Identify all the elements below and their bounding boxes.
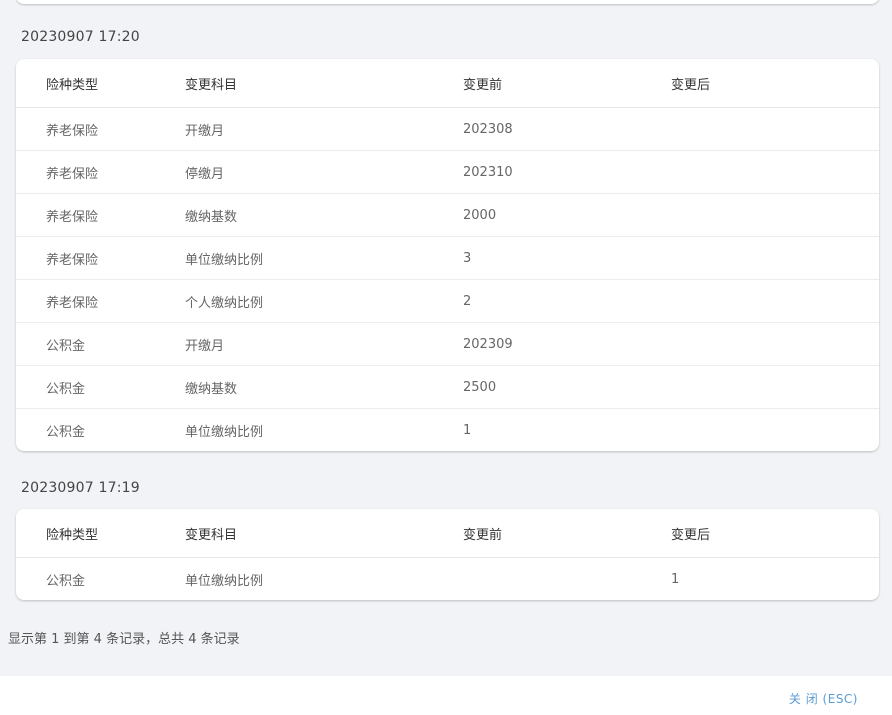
previous-card-edge	[16, 0, 879, 4]
group-timestamp: 20230907 17:20	[21, 29, 140, 45]
change-table: 险种类型 变更科目 变更前 变更后 养老保险 开缴月 202308 养老保险 停…	[16, 59, 879, 451]
table-row: 养老保险 单位缴纳比例 3	[16, 236, 879, 280]
cell-after	[671, 107, 879, 151]
column-header-insurance-type: 险种类型	[16, 509, 185, 558]
cell-after: 1	[671, 571, 680, 587]
cell-change-item: 开缴月	[185, 107, 463, 151]
cell-after	[671, 193, 879, 237]
table-row: 养老保险 个人缴纳比例 2	[16, 279, 879, 323]
cell-insurance-type: 养老保险	[16, 279, 185, 323]
cell-change-item: 个人缴纳比例	[185, 279, 463, 323]
table-row: 养老保险 开缴月 202308	[16, 107, 879, 151]
cell-before: 2	[463, 279, 671, 323]
column-header-before: 变更前	[463, 509, 671, 558]
cell-before: 1	[463, 422, 472, 438]
cell-before: 2000	[463, 193, 671, 237]
cell-insurance-type: 公积金	[46, 424, 86, 440]
cell-change-item: 单位缴纳比例	[185, 573, 264, 589]
table-row: 公积金 单位缴纳比例 1	[16, 409, 879, 452]
table-row: 公积金 缴纳基数 2500	[16, 365, 879, 409]
close-button[interactable]: 关 闭 (ESC)	[789, 690, 858, 707]
cell-after	[671, 365, 879, 409]
cell-change-item: 停缴月	[185, 150, 463, 194]
cell-insurance-type: 养老保险	[16, 107, 185, 151]
change-table: 险种类型 变更科目 变更前 变更后 公积金 单位缴纳比例 1	[16, 509, 879, 600]
pagination-info: 显示第 1 到第 4 条记录，总共 4 条记录	[8, 632, 240, 647]
cell-change-item: 单位缴纳比例	[185, 424, 264, 440]
cell-change-item: 缴纳基数	[185, 365, 463, 409]
column-header-change-item: 变更科目	[185, 509, 463, 558]
cell-change-item: 单位缴纳比例	[185, 236, 463, 280]
change-history-page: 20230907 17:20 险种类型 变更科目 变更前 变更后 养老保险 开缴…	[0, 0, 892, 715]
dialog-footer: 关 闭 (ESC)	[0, 676, 892, 715]
cell-before: 202308	[463, 107, 671, 151]
change-record-card: 险种类型 变更科目 变更前 变更后 养老保险 开缴月 202308 养老保险 停…	[16, 59, 879, 451]
cell-before: 2500	[463, 365, 671, 409]
column-header-insurance-type: 险种类型	[16, 59, 185, 108]
table-row: 公积金 单位缴纳比例 1	[16, 558, 879, 601]
column-header-before: 变更前	[463, 59, 671, 108]
table-row: 公积金 开缴月 202309	[16, 322, 879, 366]
cell-before: 202310	[463, 150, 671, 194]
cell-after	[671, 322, 879, 366]
cell-insurance-type: 公积金	[46, 573, 86, 589]
cell-insurance-type: 养老保险	[16, 236, 185, 280]
cell-insurance-type: 公积金	[16, 322, 185, 366]
cell-before	[463, 558, 671, 601]
column-header-after: 变更后	[671, 59, 879, 108]
cell-insurance-type: 公积金	[16, 365, 185, 409]
cell-insurance-type: 养老保险	[16, 150, 185, 194]
column-header-change-item: 变更科目	[185, 59, 463, 108]
cell-after	[671, 150, 879, 194]
table-row: 养老保险 停缴月 202310	[16, 150, 879, 194]
cell-before: 3	[463, 236, 671, 280]
change-record-card: 险种类型 变更科目 变更前 变更后 公积金 单位缴纳比例 1	[16, 509, 879, 600]
cell-change-item: 缴纳基数	[185, 193, 463, 237]
column-header-after: 变更后	[671, 509, 879, 558]
cell-after	[671, 409, 879, 452]
cell-insurance-type: 养老保险	[16, 193, 185, 237]
cell-after	[671, 236, 879, 280]
table-row: 养老保险 缴纳基数 2000	[16, 193, 879, 237]
cell-after	[671, 279, 879, 323]
cell-change-item: 开缴月	[185, 322, 463, 366]
cell-before: 202309	[463, 322, 671, 366]
group-timestamp: 20230907 17:19	[21, 480, 140, 496]
table-header-row: 险种类型 变更科目 变更前 变更后	[16, 509, 879, 558]
table-header-row: 险种类型 变更科目 变更前 变更后	[16, 59, 879, 108]
